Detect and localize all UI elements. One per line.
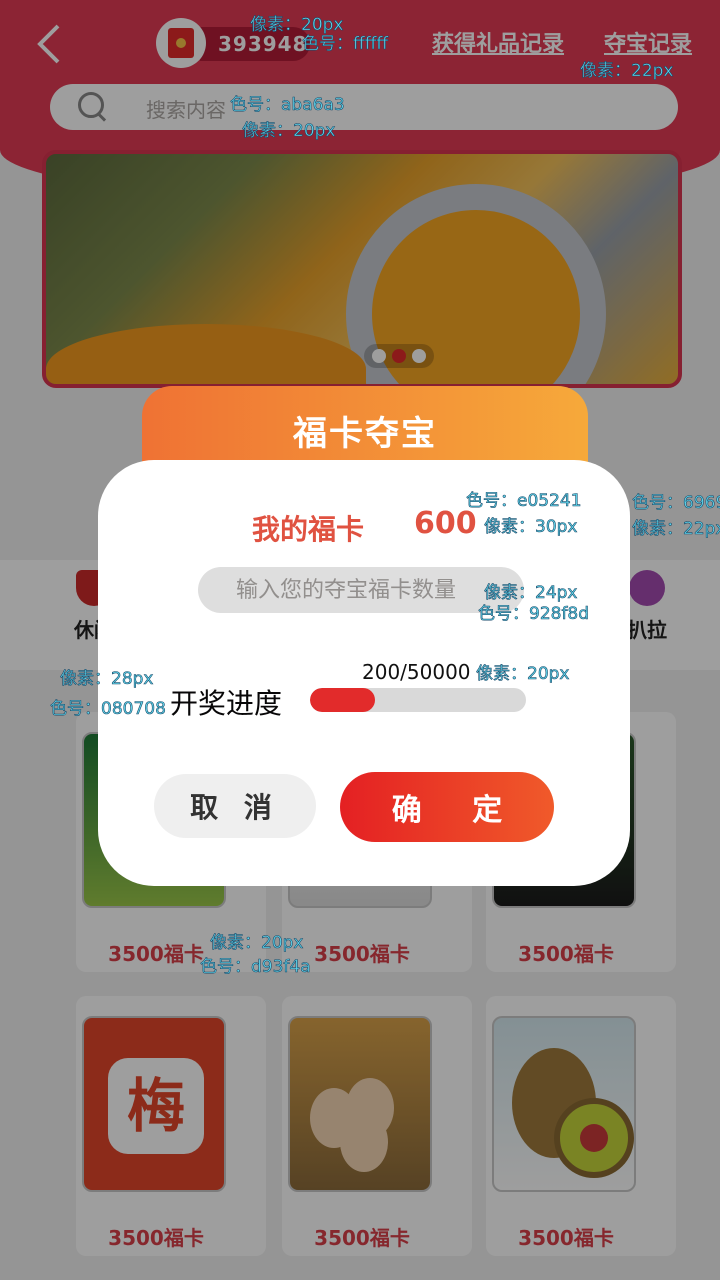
annotation-link-size: 像素：22px xyxy=(580,61,674,82)
annotation-input-color: 色号：928f8d xyxy=(478,604,590,625)
annotation-search-color: 色号：aba6a3 xyxy=(230,95,345,116)
annotation-right-color: 色号：696969 xyxy=(632,493,720,514)
annotation-label-color: 色号：080708 xyxy=(50,699,167,720)
annotation-label-size: 像素：28px xyxy=(60,669,154,690)
annotation-price-size: 像素：20px xyxy=(210,933,304,954)
progress-fill xyxy=(310,688,375,712)
confirm-button[interactable]: 确 定 xyxy=(340,772,554,842)
annotation-price-color: 色号：d93f4a xyxy=(200,957,311,978)
annotation-count-color: 色号：e05241 xyxy=(466,491,582,512)
annotation-search-size: 像素：20px xyxy=(242,121,336,142)
progress-count: 200/50000 xyxy=(362,660,471,684)
progress-bar xyxy=(310,688,526,712)
annotation-progress-size: 像素：20px xyxy=(476,664,570,685)
my-card-count: 600 xyxy=(414,506,477,541)
my-card-label: 我的福卡 xyxy=(252,513,365,546)
annotation-count-size: 像素：30px xyxy=(484,517,578,538)
modal-title: 福卡夺宝 xyxy=(293,414,437,454)
annotation-right-size: 像素：22px xyxy=(632,519,720,540)
cancel-button[interactable]: 取 消 xyxy=(154,774,316,838)
card-quantity-input[interactable] xyxy=(198,567,524,613)
progress-label: 开奖进度 xyxy=(170,687,283,720)
annotation-coin-color: 色号：ffffff xyxy=(302,34,389,55)
